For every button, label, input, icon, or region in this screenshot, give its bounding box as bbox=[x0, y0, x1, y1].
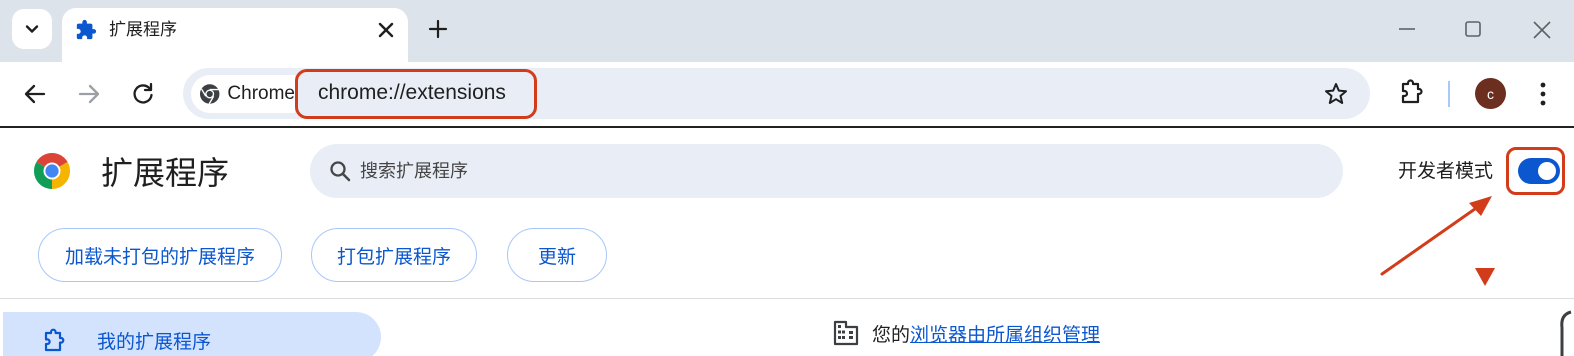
plus-icon[interactable] bbox=[426, 17, 450, 41]
puzzle-icon bbox=[44, 328, 65, 352]
forward-icon[interactable] bbox=[75, 80, 103, 108]
managed-link[interactable]: 浏览器由所属组织管理 bbox=[910, 320, 1100, 347]
partial-glyph-icon bbox=[1560, 310, 1572, 356]
header-divider bbox=[0, 298, 1574, 299]
site-chip[interactable]: Chrome bbox=[191, 75, 295, 113]
reload-icon[interactable] bbox=[129, 80, 157, 108]
site-chip-label: Chrome bbox=[227, 83, 295, 104]
extensions-icon[interactable] bbox=[1396, 78, 1426, 108]
minimize-icon[interactable] bbox=[1396, 18, 1418, 40]
search-box[interactable] bbox=[310, 144, 1343, 198]
pack-extension-button[interactable]: 打包扩展程序 bbox=[311, 228, 477, 282]
toggle-annotation-box bbox=[1506, 147, 1565, 195]
maximize-icon[interactable] bbox=[1462, 18, 1484, 40]
puzzle-icon bbox=[76, 19, 97, 40]
tab-title: 扩展程序 bbox=[109, 20, 177, 39]
close-icon[interactable] bbox=[375, 19, 397, 41]
page-title: 扩展程序 bbox=[101, 155, 230, 191]
tab-extensions[interactable]: 扩展程序 bbox=[62, 8, 408, 62]
browser-window: 扩展程序 Chrome chrome://extensions c 扩展程序 搜… bbox=[0, 0, 1574, 356]
extensions-page: 扩展程序 开发者模式 加载未打包的扩展程序 打包扩展程序 更新 bbox=[0, 130, 1574, 356]
back-icon[interactable] bbox=[21, 80, 49, 108]
address-bar[interactable]: Chrome chrome://extensions bbox=[183, 68, 1370, 119]
load-unpacked-button[interactable]: 加载未打包的扩展程序 bbox=[38, 228, 282, 282]
search-input[interactable] bbox=[360, 156, 1260, 186]
kebab-menu-icon[interactable] bbox=[1536, 80, 1550, 108]
tab-strip: 扩展程序 bbox=[0, 0, 1574, 62]
toolbar: Chrome chrome://extensions c bbox=[0, 62, 1574, 128]
building-icon bbox=[833, 320, 859, 346]
chrome-logo-icon bbox=[33, 153, 71, 189]
update-button[interactable]: 更新 bbox=[507, 228, 607, 282]
profile-initial: c bbox=[1487, 85, 1494, 102]
managed-prefix: 您的 bbox=[872, 324, 911, 346]
chrome-logo-icon bbox=[199, 84, 220, 105]
sidebar-item-label: 我的扩展程序 bbox=[97, 332, 212, 353]
star-icon[interactable] bbox=[1323, 81, 1349, 107]
developer-mode-label: 开发者模式 bbox=[1398, 161, 1494, 182]
sidebar-item-my-extensions[interactable]: 我的扩展程序 bbox=[3, 312, 381, 356]
window-close-icon[interactable] bbox=[1530, 18, 1554, 42]
tab-search-button[interactable] bbox=[12, 9, 52, 49]
url-annotation-box bbox=[295, 69, 537, 119]
toolbar-separator bbox=[1448, 81, 1450, 107]
action-bar: 加载未打包的扩展程序 打包扩展程序 更新 bbox=[0, 228, 1574, 284]
profile-avatar[interactable]: c bbox=[1475, 78, 1506, 109]
managed-notice: 您的 浏览器由所属组织管理 bbox=[832, 318, 1100, 348]
chevron-down-icon bbox=[25, 25, 39, 33]
search-icon bbox=[330, 161, 351, 182]
